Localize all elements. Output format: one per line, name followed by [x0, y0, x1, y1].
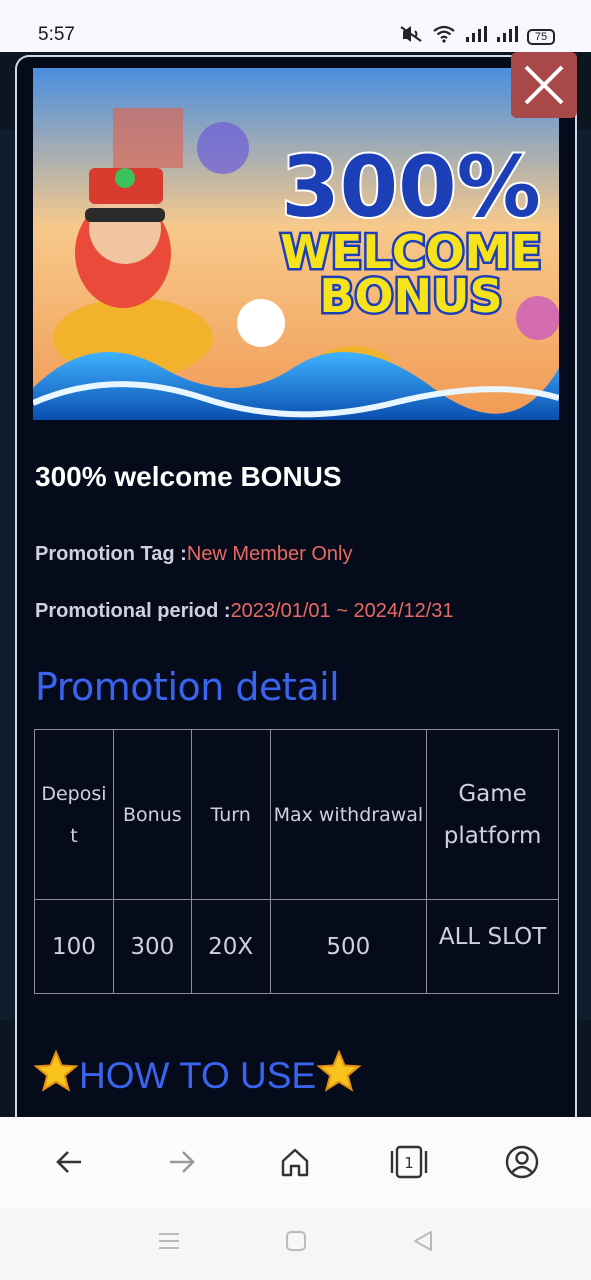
home-icon [282, 1148, 309, 1177]
promotion-detail-table: Deposi t Bonus Turn Max withdrawal Game … [34, 729, 559, 994]
menu-button[interactable] [158, 1231, 180, 1256]
table-cell: 500 [269, 899, 428, 994]
star-emoji-icon [33, 1049, 79, 1101]
promo-banner-image: 300% WELCOME BONUS [33, 68, 559, 420]
banner-headline-line2: BONUS [319, 269, 502, 323]
table-cell: 300 [112, 899, 192, 994]
table-row: 100 300 20X 500 ALL SLOT [34, 899, 559, 994]
home-square-icon [285, 1231, 306, 1251]
profile-button[interactable] [494, 1134, 550, 1190]
signal-icon [496, 26, 518, 47]
signal-icon [465, 26, 487, 47]
promotion-modal: 300% WELCOME BONUS 300% welcome BONUS Pr… [15, 55, 577, 1117]
system-navigation-bar [0, 1207, 591, 1280]
table-header-cell: Deposi t [34, 729, 114, 900]
forward-button[interactable] [154, 1134, 210, 1190]
promotion-title: 300% welcome BONUS [35, 461, 342, 492]
how-to-use-label: HOW TO USE [79, 1054, 317, 1096]
wifi-icon [432, 25, 456, 48]
status-icons: 75 [399, 25, 555, 48]
table-header-cell: Game platform [426, 729, 559, 900]
back-button[interactable] [41, 1134, 97, 1190]
tab-count: 1 [404, 1154, 414, 1172]
banner-headline-number: 300% [281, 138, 541, 236]
promotion-detail-heading: Promotion detail [35, 665, 340, 709]
table-header-row: Deposi t Bonus Turn Max withdrawal Game … [34, 729, 559, 900]
table-header-cell: Turn [190, 729, 271, 900]
forward-icon [170, 1151, 195, 1173]
close-modal-button[interactable] [511, 52, 577, 118]
table-header-cell: Bonus [112, 729, 192, 900]
menu-icon [158, 1233, 179, 1249]
table-cell: 20X [190, 899, 271, 994]
promotional-period-value: 2023/01/01 ~ 2024/12/31 [230, 600, 454, 622]
status-bar: 5:57 75 [0, 0, 591, 52]
system-back-button[interactable] [412, 1230, 434, 1257]
home-button[interactable] [267, 1134, 323, 1190]
how-to-use-heading: HOW TO USE [33, 1049, 362, 1101]
promotion-tag-label: Promotion Tag : [35, 543, 187, 565]
status-time: 5:57 [38, 24, 75, 45]
table-header-cell: Max withdrawal [269, 729, 428, 900]
tabs-button[interactable]: 1 [381, 1134, 437, 1190]
back-icon [55, 1151, 81, 1173]
battery-icon: 75 [527, 28, 555, 45]
promotion-tag-value: New Member Only [186, 543, 353, 565]
promotional-period-row: Promotional period :2023/01/01 ~ 2024/12… [35, 600, 454, 623]
star-emoji-icon [316, 1049, 362, 1101]
browser-toolbar: 1 [0, 1117, 591, 1207]
close-icon [524, 65, 564, 105]
tabs-icon: 1 [390, 1145, 428, 1179]
back-triangle-icon [413, 1231, 432, 1251]
table-cell: 100 [34, 899, 114, 994]
promotion-tag-row: Promotion Tag :New Member Only [35, 543, 352, 566]
profile-icon [506, 1145, 539, 1179]
system-home-button[interactable] [285, 1230, 307, 1257]
promotional-period-label: Promotional period : [35, 600, 231, 622]
mute-vibrate-icon [399, 25, 423, 48]
table-cell: ALL SLOT [426, 899, 559, 994]
